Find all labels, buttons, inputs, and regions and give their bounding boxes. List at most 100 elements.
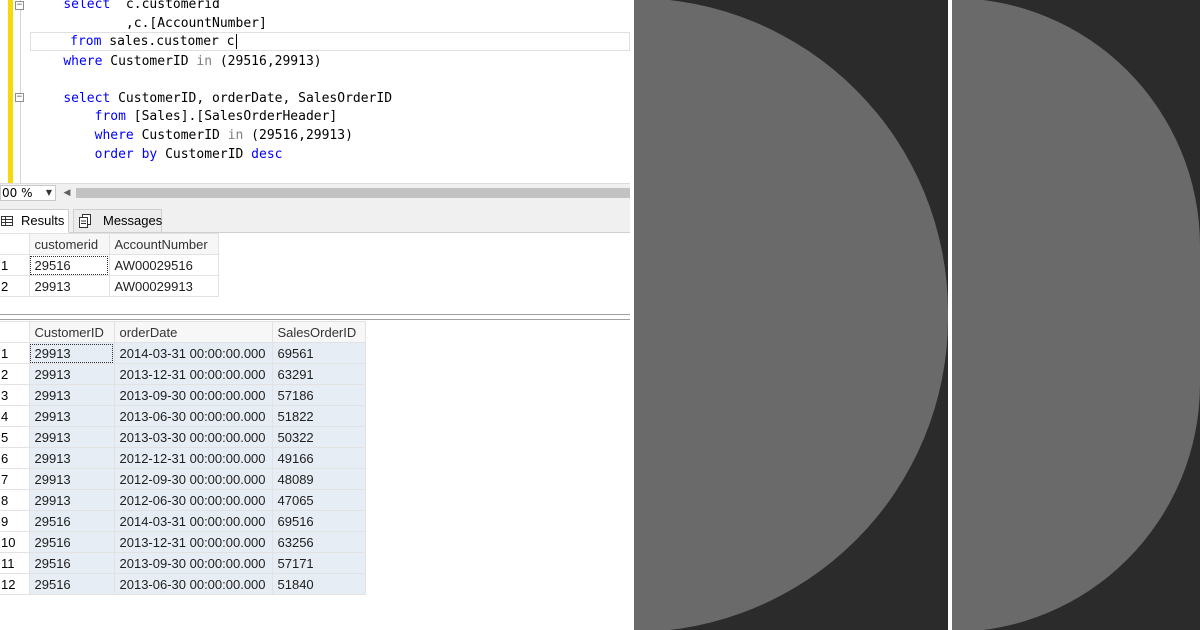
- grid-cell[interactable]: 29913: [28, 468, 115, 490]
- table-row[interactable]: 2 29913 2013-12-31 00:00:00.000 63291: [0, 363, 366, 385]
- row-number[interactable]: 1: [0, 254, 30, 276]
- query-editor[interactable]: − − select c.customerid ,c.[AccountNumbe…: [0, 0, 630, 183]
- row-number[interactable]: 8: [0, 489, 30, 511]
- row-number[interactable]: 3: [0, 384, 30, 406]
- table-row[interactable]: 7 29913 2012-09-30 00:00:00.000 48089: [0, 468, 366, 490]
- grid-cell[interactable]: 29913: [28, 405, 115, 427]
- grid-cell[interactable]: 48089: [271, 468, 366, 490]
- grid-cell[interactable]: 63291: [271, 363, 366, 385]
- grid-cell[interactable]: 29913: [28, 426, 115, 448]
- grid-cell[interactable]: 50322: [271, 426, 366, 448]
- panel-divider: [948, 0, 952, 630]
- tab-results-label: Results: [21, 213, 65, 228]
- results-grid-2: CustomerID orderDate SalesOrderID 1 29913…: [0, 321, 366, 595]
- grid-cell[interactable]: 29516: [28, 552, 115, 574]
- table-row[interactable]: 1 29913 2014-03-31 00:00:00.000 69561: [0, 342, 366, 364]
- row-number[interactable]: 2: [0, 363, 30, 385]
- collapse-region-icon[interactable]: −: [15, 1, 24, 10]
- column-header[interactable]: orderDate: [113, 321, 273, 343]
- table-row[interactable]: 3 29913 2013-09-30 00:00:00.000 57186: [0, 384, 366, 406]
- row-number[interactable]: 11: [0, 552, 30, 574]
- grid-cell[interactable]: 29913: [28, 489, 115, 511]
- grid-cell[interactable]: 2013-12-31 00:00:00.000: [113, 363, 273, 385]
- tab-results[interactable]: Results: [0, 209, 69, 233]
- row-number[interactable]: 9: [0, 510, 30, 532]
- table-row[interactable]: 10 29516 2013-12-31 00:00:00.000 63256: [0, 531, 366, 553]
- collapse-region-icon[interactable]: −: [15, 93, 24, 102]
- code-line-8[interactable]: where CustomerID in (29516,29913): [32, 126, 630, 145]
- grid-cell[interactable]: 29913: [28, 275, 110, 297]
- grid-cell[interactable]: 49166: [271, 447, 366, 469]
- grid-cell[interactable]: 57171: [271, 552, 366, 574]
- table-row[interactable]: 12 29516 2013-06-30 00:00:00.000 51840: [0, 573, 366, 595]
- grid-cell[interactable]: 2013-12-31 00:00:00.000: [113, 531, 273, 553]
- grid-cell[interactable]: 29516: [28, 531, 115, 553]
- grid-header-row: customerid AccountNumber: [0, 233, 219, 255]
- zoom-dropdown[interactable]: 00 % ▼: [0, 185, 56, 201]
- change-indicator-bar: [8, 0, 13, 183]
- code-line-2[interactable]: ,c.[AccountNumber]: [32, 14, 630, 33]
- grid-cell[interactable]: 2013-06-30 00:00:00.000: [113, 573, 273, 595]
- row-number[interactable]: 7: [0, 468, 30, 490]
- tab-messages[interactable]: Messages: [73, 209, 162, 233]
- scroll-left-arrow-icon[interactable]: ◀: [62, 186, 72, 200]
- row-number[interactable]: 5: [0, 426, 30, 448]
- table-row[interactable]: 5 29913 2013-03-30 00:00:00.000 50322: [0, 426, 366, 448]
- column-header[interactable]: customerid: [28, 233, 110, 255]
- row-number[interactable]: 6: [0, 447, 30, 469]
- row-number[interactable]: 1: [0, 342, 30, 364]
- grid-cell[interactable]: 2014-03-31 00:00:00.000: [113, 510, 273, 532]
- table-row[interactable]: 1 29516 AW00029516: [0, 254, 219, 276]
- grid-cell[interactable]: 29913: [28, 384, 115, 406]
- table-row[interactable]: 2 29913 AW00029913: [0, 275, 219, 297]
- table-row[interactable]: 9 29516 2014-03-31 00:00:00.000 69516: [0, 510, 366, 532]
- grid-cell[interactable]: AW00029913: [108, 275, 219, 297]
- grid-cell[interactable]: 2013-09-30 00:00:00.000: [113, 552, 273, 574]
- code-line-4[interactable]: where CustomerID in (29516,29913): [32, 52, 630, 71]
- row-number[interactable]: 10: [0, 531, 30, 553]
- grid-cell[interactable]: 51840: [271, 573, 366, 595]
- code-line-6[interactable]: select CustomerID, orderDate, SalesOrder…: [32, 89, 630, 108]
- row-number[interactable]: 2: [0, 275, 30, 297]
- table-row[interactable]: 11 29516 2013-09-30 00:00:00.000 57171: [0, 552, 366, 574]
- grid-cell[interactable]: 2013-09-30 00:00:00.000: [113, 384, 273, 406]
- table-row[interactable]: 6 29913 2012-12-31 00:00:00.000 49166: [0, 447, 366, 469]
- grid-cell[interactable]: 2012-12-31 00:00:00.000: [113, 447, 273, 469]
- grid-cell[interactable]: 51822: [271, 405, 366, 427]
- table-row[interactable]: 4 29913 2013-06-30 00:00:00.000 51822: [0, 405, 366, 427]
- code-line-7[interactable]: from [Sales].[SalesOrderHeader]: [32, 107, 630, 126]
- grid-cell[interactable]: 47065: [271, 489, 366, 511]
- grid-cell[interactable]: 69516: [271, 510, 366, 532]
- half-circle-shape: [634, 0, 948, 630]
- grid-cell[interactable]: 2014-03-31 00:00:00.000: [113, 342, 273, 364]
- grid-cell[interactable]: 29913: [28, 342, 115, 364]
- column-header[interactable]: SalesOrderID: [271, 321, 366, 343]
- row-number-header[interactable]: [0, 321, 30, 343]
- code-line-9[interactable]: order by CustomerID desc: [32, 145, 630, 164]
- grid-cell[interactable]: 29913: [28, 447, 115, 469]
- grid-cell[interactable]: 2012-06-30 00:00:00.000: [113, 489, 273, 511]
- column-header[interactable]: AccountNumber: [108, 233, 219, 255]
- grid-cell[interactable]: AW00029516: [108, 254, 219, 276]
- grid-cell[interactable]: 29516: [28, 573, 115, 595]
- grid-cell[interactable]: 29913: [28, 363, 115, 385]
- grid-cell[interactable]: 57186: [271, 384, 366, 406]
- horizontal-scrollbar-thumb[interactable]: [76, 188, 630, 198]
- grid-cell[interactable]: 69561: [271, 342, 366, 364]
- grid-cell[interactable]: 63256: [271, 531, 366, 553]
- table-row[interactable]: 8 29913 2012-06-30 00:00:00.000 47065: [0, 489, 366, 511]
- zoom-value: 00 %: [2, 186, 33, 200]
- row-number[interactable]: 12: [0, 573, 30, 595]
- grid-cell[interactable]: 29516: [28, 510, 115, 532]
- chevron-down-icon: ▼: [45, 188, 52, 197]
- grid-cell[interactable]: 2013-03-30 00:00:00.000: [113, 426, 273, 448]
- grid-cell[interactable]: 29516: [28, 254, 110, 276]
- row-number[interactable]: 4: [0, 405, 30, 427]
- row-number-header[interactable]: [0, 233, 30, 255]
- code-line-3[interactable]: from sales.customer c: [30, 32, 630, 51]
- grid-cell[interactable]: 2013-06-30 00:00:00.000: [113, 405, 273, 427]
- grid-cell[interactable]: 2012-09-30 00:00:00.000: [113, 468, 273, 490]
- grid-splitter[interactable]: [0, 314, 630, 320]
- column-header[interactable]: CustomerID: [28, 321, 115, 343]
- code-line-1[interactable]: select c.customerid: [32, 0, 630, 14]
